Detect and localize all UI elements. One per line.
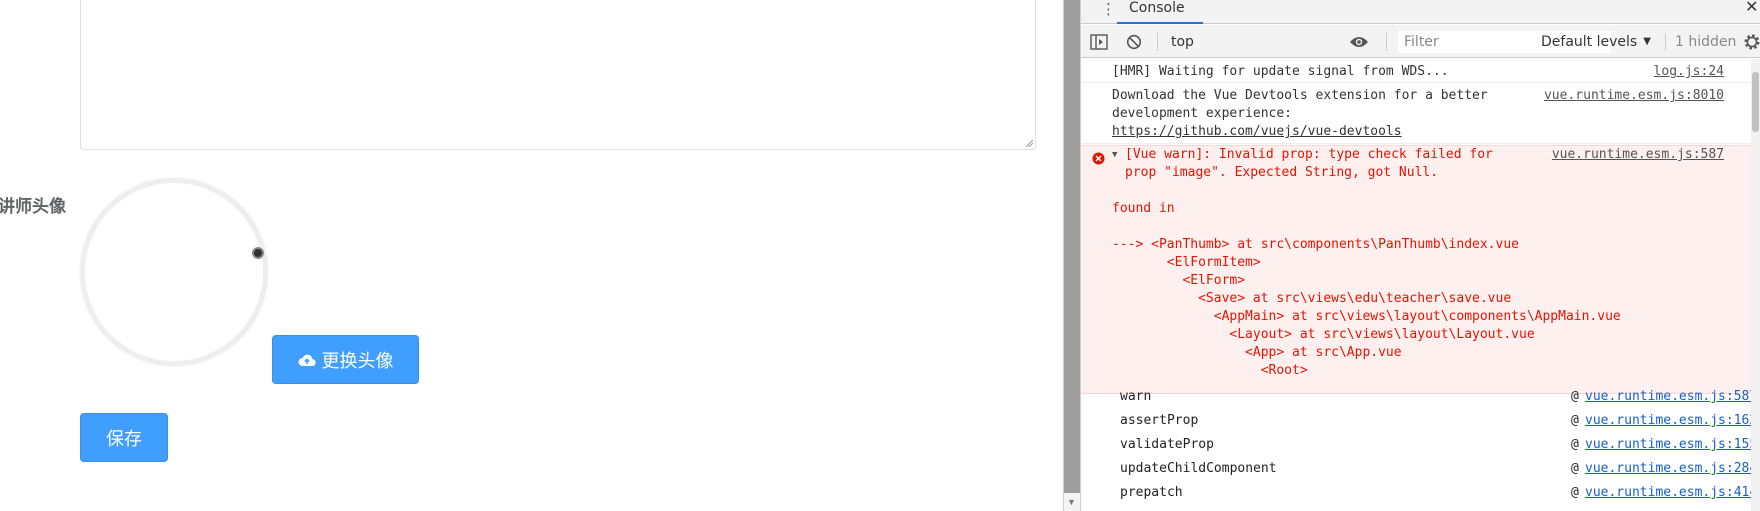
console-scrollbar-thumb[interactable] bbox=[1752, 72, 1759, 132]
save-label: 保存 bbox=[106, 428, 142, 449]
dropdown-arrow-icon: ▼ bbox=[1643, 36, 1651, 47]
toolbar-separator bbox=[1157, 33, 1158, 51]
expand-arrow-icon[interactable]: ▼ bbox=[1112, 150, 1117, 160]
devtools-panel: ⋮ Console ✕ top ▼ Default levels ▼ 1 hid… bbox=[1081, 0, 1760, 511]
stack-frame: prepatch @ vue.runtime.esm.js:414 bbox=[1120, 481, 1757, 505]
toolbar-separator bbox=[1386, 33, 1387, 51]
stack-source-link[interactable]: vue.runtime.esm.js:414 bbox=[1585, 481, 1757, 505]
log-levels-select[interactable]: Default levels ▼ bbox=[1541, 25, 1651, 58]
error-icon bbox=[1092, 152, 1105, 165]
stack-function: updateChildComponent bbox=[1120, 461, 1277, 476]
stack-function: prepatch bbox=[1120, 485, 1183, 500]
context-value: top bbox=[1171, 33, 1194, 50]
stack-at: @ bbox=[1571, 413, 1579, 428]
stack-frame: assertProp @ vue.runtime.esm.js:162 bbox=[1120, 409, 1757, 433]
error-trace-line: <ElFormItem> bbox=[1112, 255, 1261, 270]
save-button[interactable]: 保存 bbox=[80, 413, 168, 462]
log-text: Download the Vue Devtools extension for … bbox=[1112, 88, 1488, 121]
error-head: [Vue warn]: Invalid prop: type check fai… bbox=[1125, 147, 1493, 180]
gear-icon[interactable] bbox=[1743, 25, 1760, 58]
error-trace-line: <Save> at src\views\edu\teacher\save.vue bbox=[1112, 291, 1512, 306]
source-link[interactable]: vue.runtime.esm.js:587 bbox=[1552, 146, 1724, 164]
source-link[interactable]: vue.runtime.esm.js:8010 bbox=[1544, 87, 1724, 105]
error-trace-line: <Root> bbox=[1112, 363, 1308, 378]
clear-console-icon[interactable] bbox=[1126, 25, 1142, 58]
avatar-handle bbox=[252, 247, 264, 259]
sidebar-toggle-icon[interactable] bbox=[1090, 25, 1108, 58]
log-message: [HMR] Waiting for update signal from WDS… bbox=[1081, 59, 1751, 83]
error-trace-line: <App> at src\App.vue bbox=[1112, 345, 1402, 360]
stack-source-link[interactable]: vue.runtime.esm.js:587 bbox=[1585, 385, 1757, 409]
console-log: [HMR] Waiting for update signal from WDS… bbox=[1081, 59, 1760, 511]
stack-at: @ bbox=[1571, 389, 1579, 404]
toolbar-separator bbox=[1665, 33, 1666, 51]
log-text: [HMR] Waiting for update signal from WDS… bbox=[1112, 64, 1449, 79]
stack-frame: validateProp @ vue.runtime.esm.js:155 bbox=[1120, 433, 1757, 457]
avatar-field-label: 讲师头像 bbox=[0, 197, 66, 216]
error-trace-line: <ElForm> bbox=[1112, 273, 1246, 288]
levels-label: Default levels bbox=[1541, 33, 1638, 50]
more-tabs-icon[interactable]: ⋮ bbox=[1101, 0, 1116, 18]
log-message: Download the Vue Devtools extension for … bbox=[1081, 84, 1751, 144]
intro-textarea[interactable] bbox=[80, 0, 1036, 150]
stack-frame: updateChildComponent @ vue.runtime.esm.j… bbox=[1120, 457, 1757, 481]
avatar-preview bbox=[80, 178, 268, 366]
stack-function: assertProp bbox=[1120, 413, 1199, 428]
stack-source-link[interactable]: vue.runtime.esm.js:162 bbox=[1585, 409, 1757, 433]
source-link[interactable]: log.js:24 bbox=[1654, 63, 1724, 81]
context-select[interactable]: top ▼ bbox=[1171, 25, 1422, 58]
stack-at: @ bbox=[1571, 461, 1579, 476]
error-message: ▼ [Vue warn]: Invalid prop: type check f… bbox=[1081, 145, 1751, 394]
stack-source-link[interactable]: vue.runtime.esm.js:284 bbox=[1585, 457, 1757, 481]
cloud-upload-icon bbox=[298, 354, 316, 366]
console-toolbar: top ▼ Default levels ▼ 1 hidden bbox=[1081, 25, 1760, 58]
eye-icon[interactable] bbox=[1349, 25, 1369, 58]
stack-frame: warn @ vue.runtime.esm.js:587 bbox=[1120, 385, 1757, 409]
change-avatar-button[interactable]: 更换头像 bbox=[272, 335, 419, 384]
error-trace-line: <Layout> at src\views\layout\Layout.vue bbox=[1112, 327, 1535, 342]
stack-function: warn bbox=[1120, 389, 1152, 404]
error-found-in: found in bbox=[1112, 201, 1175, 216]
hidden-count: 1 hidden bbox=[1675, 33, 1737, 50]
app-pane: 讲师头像 更换头像 保存 bbox=[0, 0, 1063, 511]
page-scrollbar-thumb[interactable] bbox=[1064, 0, 1080, 493]
close-icon[interactable]: ✕ bbox=[1745, 0, 1758, 16]
devtools-tabbar: ⋮ Console ✕ bbox=[1081, 0, 1760, 24]
resize-grip-icon[interactable] bbox=[1024, 138, 1034, 148]
error-trace-line: <AppMain> at src\views\layout\components… bbox=[1112, 309, 1621, 324]
stack-at: @ bbox=[1571, 437, 1579, 452]
devtools-link[interactable]: https://github.com/vuejs/vue-devtools bbox=[1112, 123, 1402, 141]
scroll-down-arrow-icon[interactable]: ▼ bbox=[1067, 497, 1076, 507]
stack-function: validateProp bbox=[1120, 437, 1214, 452]
change-avatar-label: 更换头像 bbox=[321, 350, 394, 371]
stack-source-link[interactable]: vue.runtime.esm.js:155 bbox=[1585, 433, 1757, 457]
error-trace-line: ---> <PanThumb> at src\components\PanThu… bbox=[1112, 237, 1519, 252]
tab-console[interactable]: Console bbox=[1117, 0, 1203, 24]
stack-at: @ bbox=[1571, 485, 1579, 500]
